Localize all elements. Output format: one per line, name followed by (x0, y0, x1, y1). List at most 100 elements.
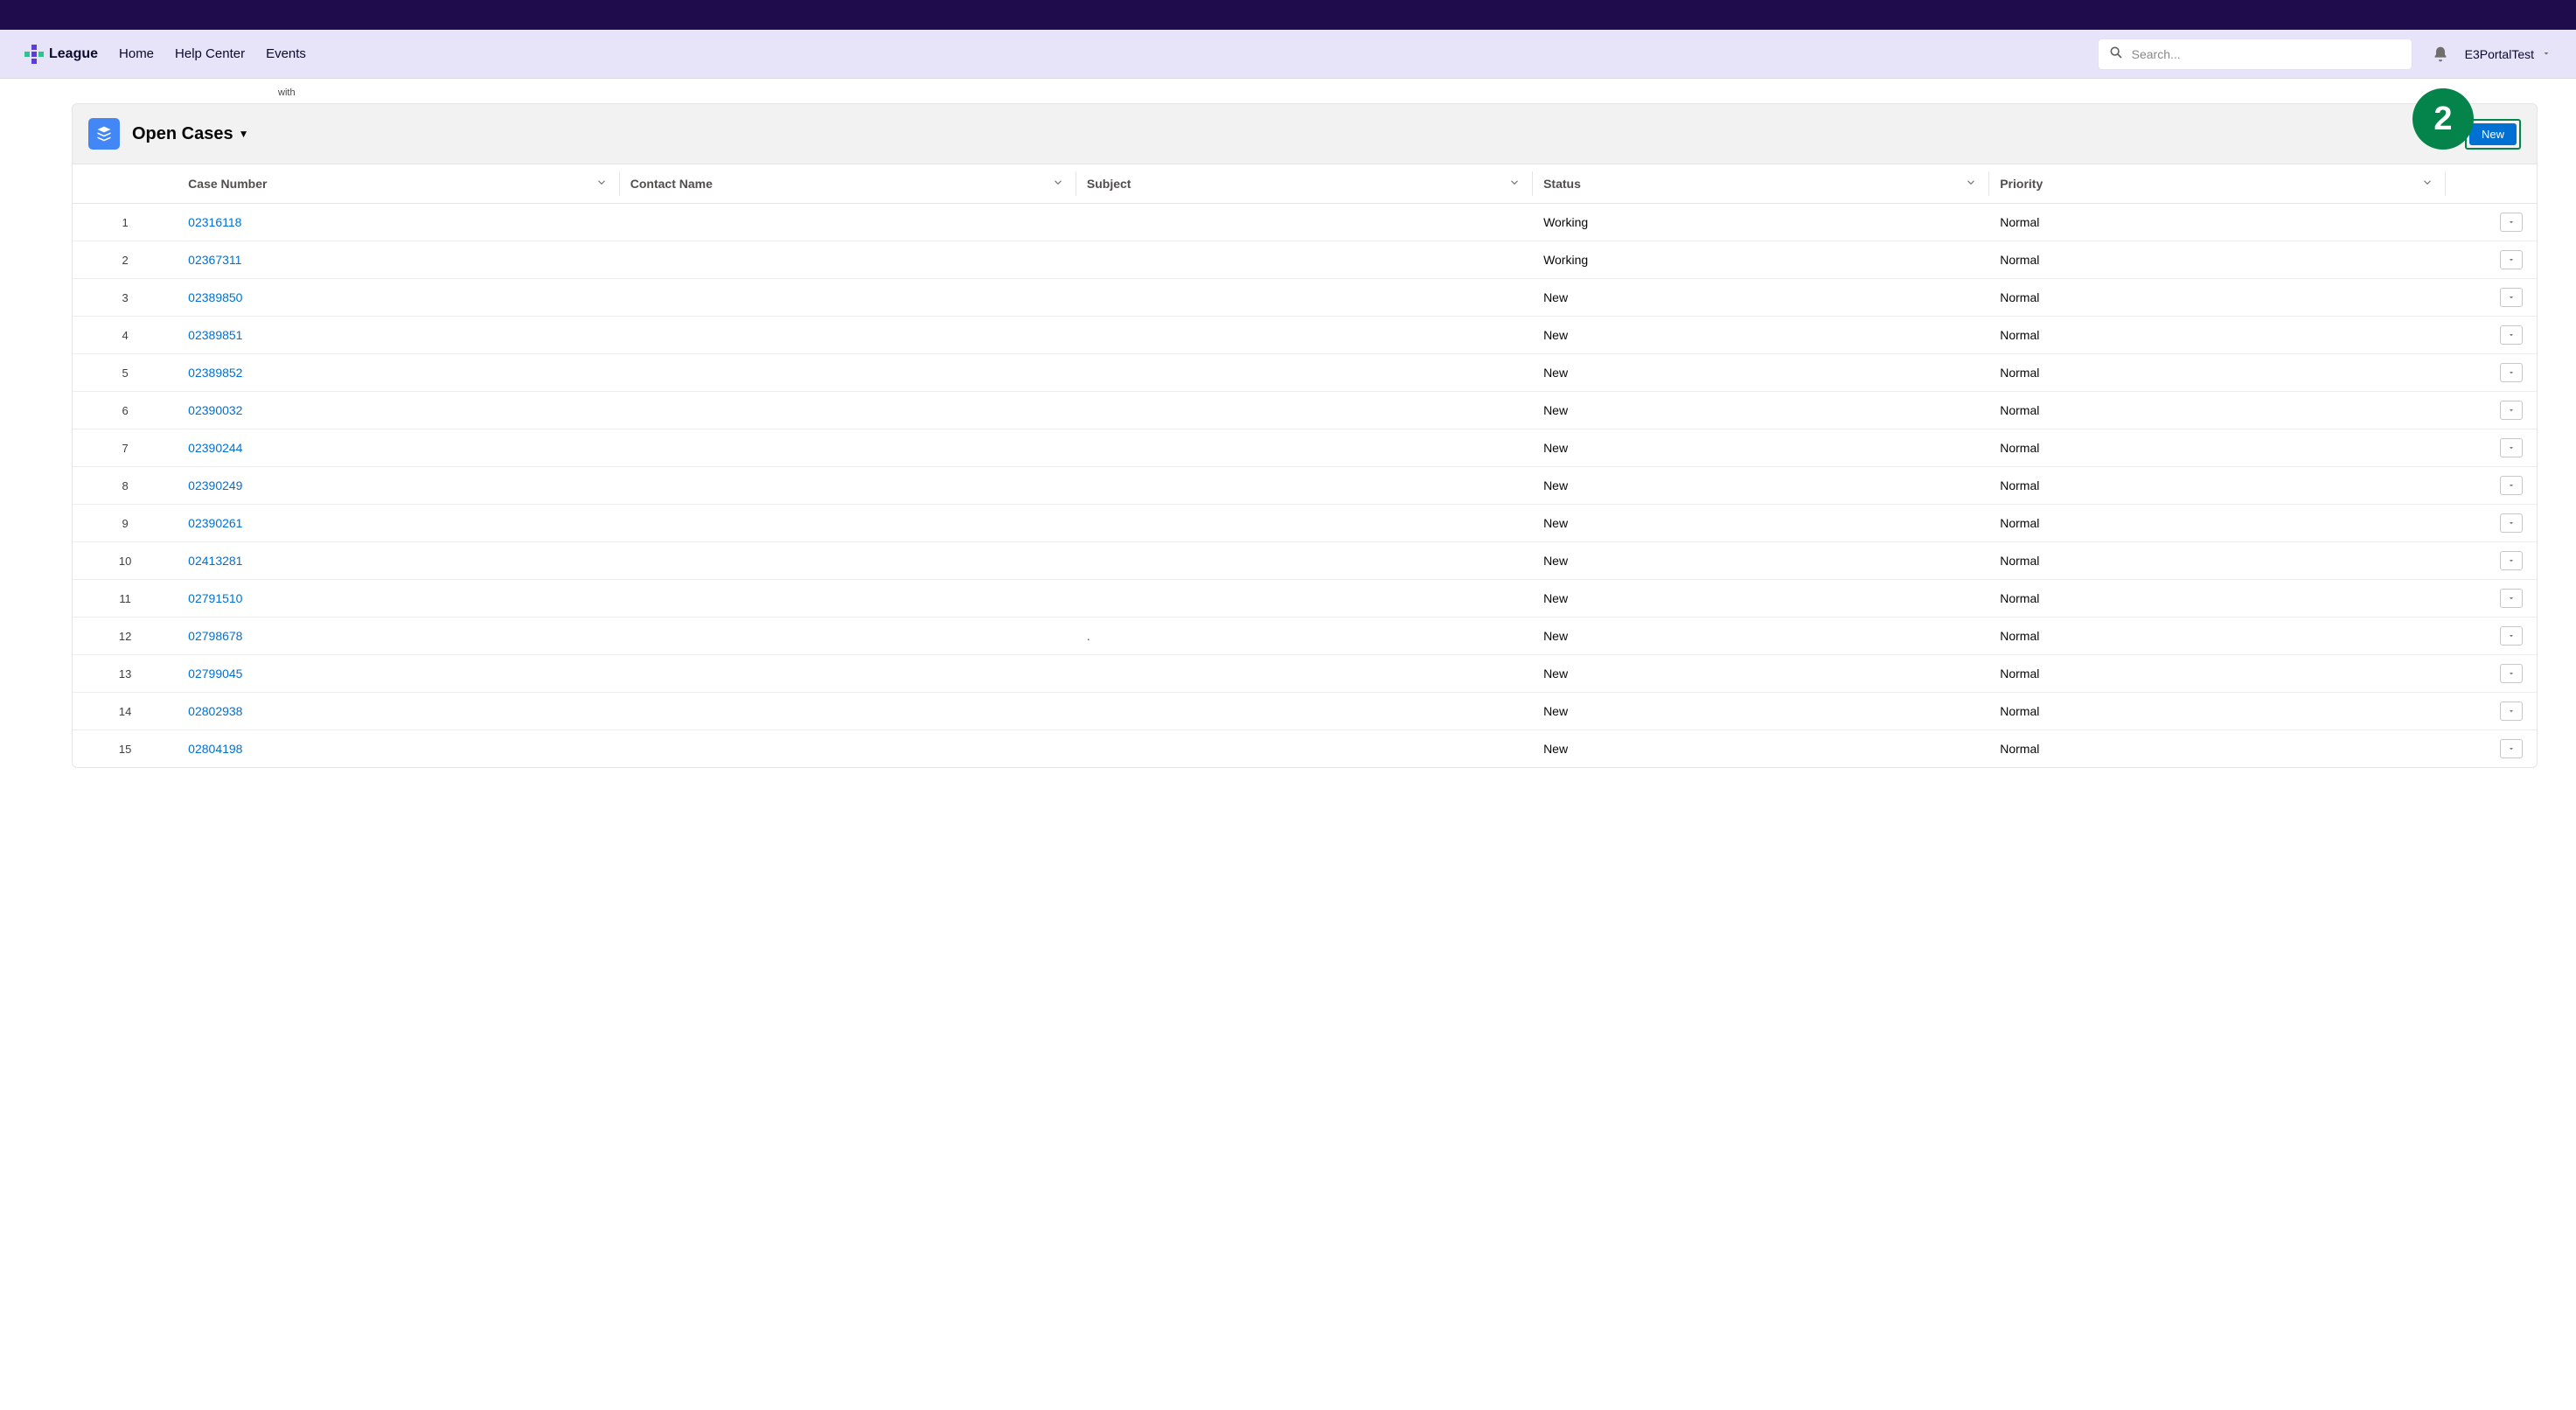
cell-contact-name (620, 354, 1076, 392)
row-number: 5 (73, 354, 178, 392)
nav-home[interactable]: Home (119, 46, 154, 61)
cell-actions (2446, 354, 2537, 392)
cell-status: Working (1533, 241, 1989, 279)
case-link[interactable]: 02798678 (188, 629, 242, 643)
row-number: 11 (73, 580, 178, 618)
cell-status: New (1533, 429, 1989, 467)
triangle-down-icon (2507, 481, 2516, 490)
triangle-down-icon (2507, 519, 2516, 527)
row-number: 8 (73, 467, 178, 505)
cell-priority: Normal (1989, 317, 2446, 354)
table-row: 202367311WorkingNormal (73, 241, 2537, 279)
row-actions-menu[interactable] (2500, 626, 2523, 646)
cell-priority: Normal (1989, 618, 2446, 655)
cell-priority: Normal (1989, 580, 2446, 618)
row-actions-menu[interactable] (2500, 438, 2523, 457)
row-actions-menu[interactable] (2500, 513, 2523, 533)
case-link[interactable]: 02390249 (188, 478, 242, 492)
brand-logo[interactable]: League (24, 45, 98, 64)
cell-priority: Normal (1989, 730, 2446, 768)
col-header-contact-name[interactable]: Contact Name (620, 164, 1076, 204)
cell-priority: Normal (1989, 693, 2446, 730)
row-actions-menu[interactable] (2500, 250, 2523, 269)
case-link[interactable]: 02367311 (188, 253, 241, 267)
cell-case-number: 02799045 (178, 655, 620, 693)
cell-case-number: 02389850 (178, 279, 620, 317)
cell-subject (1076, 580, 1533, 618)
row-number: 14 (73, 693, 178, 730)
case-link[interactable]: 02389850 (188, 290, 242, 304)
col-label-case-number: Case Number (188, 177, 267, 191)
list-title-text: Open Cases (132, 124, 233, 144)
cell-contact-name (620, 429, 1076, 467)
col-header-status[interactable]: Status (1533, 164, 1989, 204)
case-link[interactable]: 02389852 (188, 366, 242, 380)
nav-help-center[interactable]: Help Center (175, 46, 245, 61)
row-actions-menu[interactable] (2500, 739, 2523, 758)
notifications-button[interactable] (2432, 45, 2449, 63)
row-actions-menu[interactable] (2500, 702, 2523, 721)
col-header-subject[interactable]: Subject (1076, 164, 1533, 204)
row-actions-menu[interactable] (2500, 288, 2523, 307)
col-label-contact-name: Contact Name (630, 177, 713, 191)
row-number: 3 (73, 279, 178, 317)
step-annotation-badge: 2 (2412, 88, 2474, 150)
row-actions-menu[interactable] (2500, 363, 2523, 382)
cell-status: New (1533, 279, 1989, 317)
cell-case-number: 02413281 (178, 542, 620, 580)
row-actions-menu[interactable] (2500, 476, 2523, 495)
cell-actions (2446, 467, 2537, 505)
search-input[interactable] (2132, 47, 2401, 61)
case-link[interactable]: 02804198 (188, 742, 242, 756)
col-header-row-number (73, 164, 178, 204)
user-menu[interactable]: E3PortalTest (2465, 47, 2552, 61)
cell-subject (1076, 655, 1533, 693)
row-actions-menu[interactable] (2500, 551, 2523, 570)
cell-actions (2446, 655, 2537, 693)
nav-events[interactable]: Events (266, 46, 306, 61)
cell-status: New (1533, 392, 1989, 429)
cell-priority: Normal (1989, 204, 2446, 241)
case-link[interactable]: 02390032 (188, 403, 242, 417)
row-number: 4 (73, 317, 178, 354)
cell-priority: Normal (1989, 467, 2446, 505)
row-actions-menu[interactable] (2500, 401, 2523, 420)
global-search[interactable] (2098, 38, 2412, 70)
row-number: 7 (73, 429, 178, 467)
case-link[interactable]: 02390244 (188, 441, 242, 455)
cell-status: New (1533, 317, 1989, 354)
list-view-picker[interactable]: Open Cases ▼ (132, 124, 249, 144)
search-icon (2109, 45, 2123, 63)
case-link[interactable]: 02389851 (188, 328, 242, 342)
row-actions-menu[interactable] (2500, 325, 2523, 345)
triangle-down-icon (2507, 368, 2516, 377)
chevron-down-icon (1965, 177, 1977, 192)
col-header-priority[interactable]: Priority (1989, 164, 2446, 204)
row-actions-menu[interactable] (2500, 213, 2523, 232)
cell-priority: Normal (1989, 429, 2446, 467)
cell-contact-name (620, 279, 1076, 317)
row-number: 9 (73, 505, 178, 542)
cell-status: New (1533, 467, 1989, 505)
case-link[interactable]: 02799045 (188, 667, 242, 681)
triangle-down-icon (2507, 669, 2516, 678)
case-link[interactable]: 02791510 (188, 591, 242, 605)
row-actions-menu[interactable] (2500, 664, 2523, 683)
case-link[interactable]: 02802938 (188, 704, 242, 718)
row-number: 6 (73, 392, 178, 429)
table-row: 7 02390244 NewNormal (73, 429, 2537, 467)
cell-subject (1076, 279, 1533, 317)
case-link[interactable]: 02316118 (188, 215, 241, 229)
row-actions-menu[interactable] (2500, 589, 2523, 608)
cell-actions (2446, 693, 2537, 730)
case-link[interactable]: 02413281 (188, 554, 242, 568)
new-button[interactable]: New (2469, 123, 2517, 145)
col-header-case-number[interactable]: Case Number (178, 164, 620, 204)
row-number: 13 (73, 655, 178, 693)
case-link[interactable]: 02390261 (188, 516, 242, 530)
cell-subject (1076, 317, 1533, 354)
table-row: 502389852NewNormal (73, 354, 2537, 392)
cell-case-number: 02316118 (178, 204, 620, 241)
cell-subject (1076, 429, 1533, 467)
row-number: 1 (73, 204, 178, 241)
